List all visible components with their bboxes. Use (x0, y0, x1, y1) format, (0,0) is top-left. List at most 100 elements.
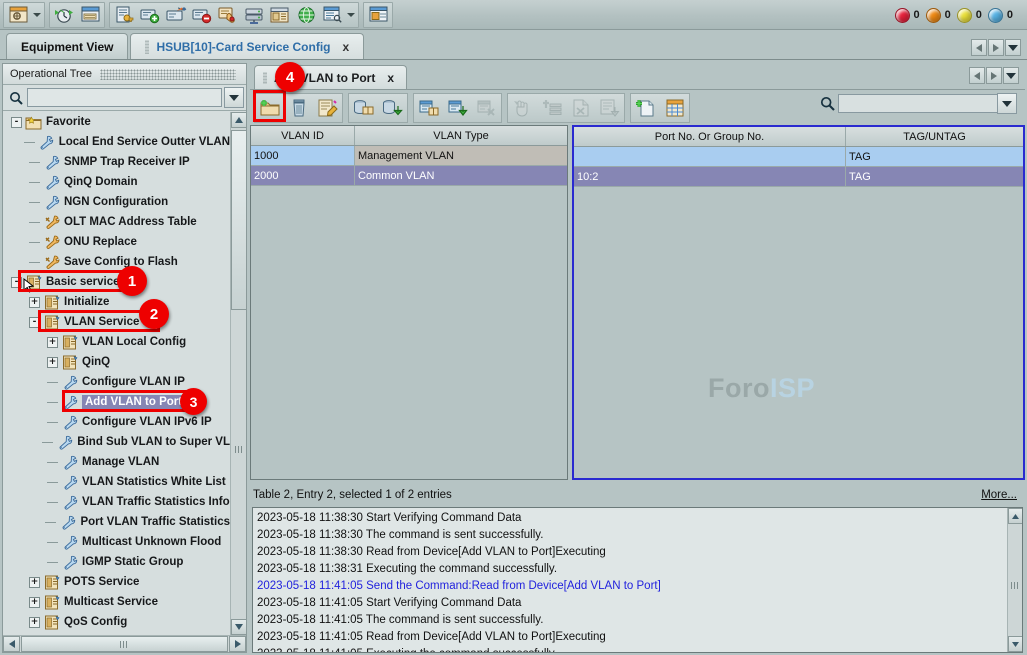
table-row[interactable]: 1000Management VLAN (251, 146, 567, 166)
tree-item-qinq-domain[interactable]: QinQ Domain (3, 172, 230, 192)
tree-item-add-vlan-to-port[interactable]: Add VLAN to Port (3, 392, 230, 412)
tree-item-initialize[interactable]: +Initialize (3, 292, 230, 312)
tab-scroll-right-button[interactable] (988, 39, 1004, 56)
expand-icon[interactable]: + (29, 577, 40, 588)
device-remove-icon[interactable] (189, 3, 215, 27)
add-record-button[interactable] (255, 94, 284, 122)
warning-alarm-indicator[interactable]: 0 (988, 8, 1013, 23)
sub-tab-list-dropdown-button[interactable] (1003, 67, 1019, 84)
alarm-hand-icon[interactable] (215, 3, 241, 27)
expand-icon[interactable]: + (29, 597, 40, 608)
tree-item-vlan-service[interactable]: -VLAN Service (3, 312, 230, 332)
table-view-button[interactable] (660, 94, 689, 122)
read-from-device-button[interactable] (349, 94, 378, 122)
tree-hscroll-thumb[interactable] (21, 636, 228, 652)
tree-item-vlan-local-config[interactable]: +VLAN Local Config (3, 332, 230, 352)
scroll-right-button[interactable] (229, 636, 246, 652)
tree-item-favorite[interactable]: -Favorite (3, 112, 230, 132)
collapse-icon[interactable]: - (11, 117, 22, 128)
log-scroll-up-button[interactable] (1008, 508, 1023, 524)
card-config-icon[interactable] (267, 3, 293, 27)
tab-equipment-view[interactable]: Equipment View (6, 33, 128, 59)
critical-alarm-indicator[interactable]: 0 (895, 8, 920, 23)
sub-tab-scroll-right-button[interactable] (986, 67, 1002, 84)
tab-list-dropdown-button[interactable] (1005, 39, 1021, 56)
column-header-vlan-id[interactable]: VLAN ID (251, 126, 355, 145)
tree-item-multicast-unknown-flood[interactable]: Multicast Unknown Flood (3, 532, 230, 552)
column-header-tag-untag[interactable]: TAG/UNTAG (846, 127, 1023, 146)
tree-item-qos-config[interactable]: +QoS Config (3, 612, 230, 632)
tree-scroll-thumb[interactable] (231, 130, 247, 310)
globe-icon[interactable] (293, 3, 319, 27)
tree-item-configure-vlan-ip[interactable]: Configure VLAN IP (3, 372, 230, 392)
tree-item-manage-vlan[interactable]: Manage VLAN (3, 452, 230, 472)
expand-icon[interactable]: + (47, 337, 58, 348)
security-key-icon[interactable] (111, 3, 137, 27)
panel-drag-handle[interactable] (100, 69, 236, 80)
help-window-icon[interactable] (365, 3, 391, 27)
search-input[interactable] (27, 88, 222, 107)
scroll-down-button[interactable] (231, 619, 247, 635)
modify-record-button[interactable] (313, 94, 342, 122)
major-alarm-indicator[interactable]: 0 (926, 8, 951, 23)
tree-item-snmp-trap-receiver-ip[interactable]: SNMP Trap Receiver IP (3, 152, 230, 172)
log-vertical-scrollbar[interactable] (1007, 508, 1022, 652)
tree-item-onu-replace[interactable]: ONU Replace (3, 232, 230, 252)
tree-item-configure-vlan-ipv6-ip[interactable]: Configure VLAN IPv6 IP (3, 412, 230, 432)
tree-item-vlan-traffic-statistics-info[interactable]: VLAN Traffic Statistics Info (3, 492, 230, 512)
tree-item-local-end-service-outter-vlan[interactable]: Local End Service Outter VLAN (3, 132, 230, 152)
tree-item-pots-service[interactable]: +POTS Service (3, 572, 230, 592)
sub-tab-add-vlan-to-port[interactable]: Add VLAN to Port x (254, 65, 407, 89)
expand-icon[interactable]: + (47, 357, 58, 368)
tree-item-olt-mac-address-table[interactable]: OLT MAC Address Table (3, 212, 230, 232)
sub-tab-close-icon[interactable]: x (387, 71, 394, 85)
tree-item-port-vlan-traffic-statistics[interactable]: Port VLAN Traffic Statistics (3, 512, 230, 532)
scroll-left-button[interactable] (3, 636, 20, 652)
log-scroll-down-button[interactable] (1008, 636, 1023, 652)
tab-card-service-config[interactable]: HSUB[10]-Card Service Config x (130, 33, 364, 59)
tree-item-multicast-service[interactable]: +Multicast Service (3, 592, 230, 612)
table-row[interactable]: TAG (574, 147, 1023, 167)
delete-record-button[interactable] (284, 94, 313, 122)
write-to-device-button[interactable] (378, 94, 407, 122)
window-layout-icon[interactable] (5, 3, 31, 27)
expand-icon[interactable]: + (29, 297, 40, 308)
table-row[interactable]: 10:2TAG (574, 167, 1023, 187)
sub-tab-scroll-left-button[interactable] (969, 67, 985, 84)
new-page-button[interactable] (631, 94, 660, 122)
panel-search-dropdown-button[interactable] (997, 93, 1017, 114)
tree-vertical-scrollbar[interactable] (230, 112, 246, 635)
tree-item-basic-service[interactable]: -Basic service (3, 272, 230, 292)
device-add-icon[interactable] (137, 3, 163, 27)
log-dropdown-arrow[interactable] (345, 3, 357, 27)
rack-icon[interactable] (241, 3, 267, 27)
table-row[interactable]: 2000Common VLAN (251, 166, 567, 186)
tree-horizontal-scrollbar[interactable] (3, 635, 246, 652)
search-dropdown-button[interactable] (224, 87, 244, 108)
report-window-icon[interactable] (77, 3, 103, 27)
performance-timer-icon[interactable] (51, 3, 77, 27)
toolbar-dropdown-arrow[interactable] (31, 3, 43, 27)
log-window-icon[interactable] (319, 3, 345, 27)
command-log-panel[interactable]: 2023-05-18 11:38:30 Start Verifying Comm… (252, 507, 1023, 653)
expand-icon[interactable]: + (29, 617, 40, 628)
more-link[interactable]: More... (981, 489, 1017, 501)
tree-item-vlan-statistics-white-list[interactable]: VLAN Statistics White List (3, 472, 230, 492)
topology-icon[interactable] (163, 3, 189, 27)
panel-search-input[interactable] (838, 94, 998, 113)
collapse-icon[interactable]: - (29, 317, 40, 328)
tree-item-ngn-configuration[interactable]: NGN Configuration (3, 192, 230, 212)
scroll-up-button[interactable] (231, 112, 247, 128)
close-icon[interactable]: x (343, 40, 350, 54)
collapse-icon[interactable]: - (11, 277, 22, 288)
tree-item-igmp-static-group[interactable]: IGMP Static Group (3, 552, 230, 572)
column-header-port-no[interactable]: Port No. Or Group No. (574, 127, 846, 146)
tree-item-qinq[interactable]: +QinQ (3, 352, 230, 372)
vlan-table-right[interactable]: Port No. Or Group No. TAG/UNTAG TAG10:2T… (572, 125, 1025, 480)
vlan-table-left[interactable]: VLAN ID VLAN Type 1000Management VLAN200… (250, 125, 568, 480)
column-header-vlan-type[interactable]: VLAN Type (355, 126, 567, 145)
read-selected-button[interactable] (414, 94, 443, 122)
minor-alarm-indicator[interactable]: 0 (957, 8, 982, 23)
tree-item-bind-sub-vlan-to-super-vl[interactable]: Bind Sub VLAN to Super VL (3, 432, 230, 452)
write-selected-button[interactable] (443, 94, 472, 122)
